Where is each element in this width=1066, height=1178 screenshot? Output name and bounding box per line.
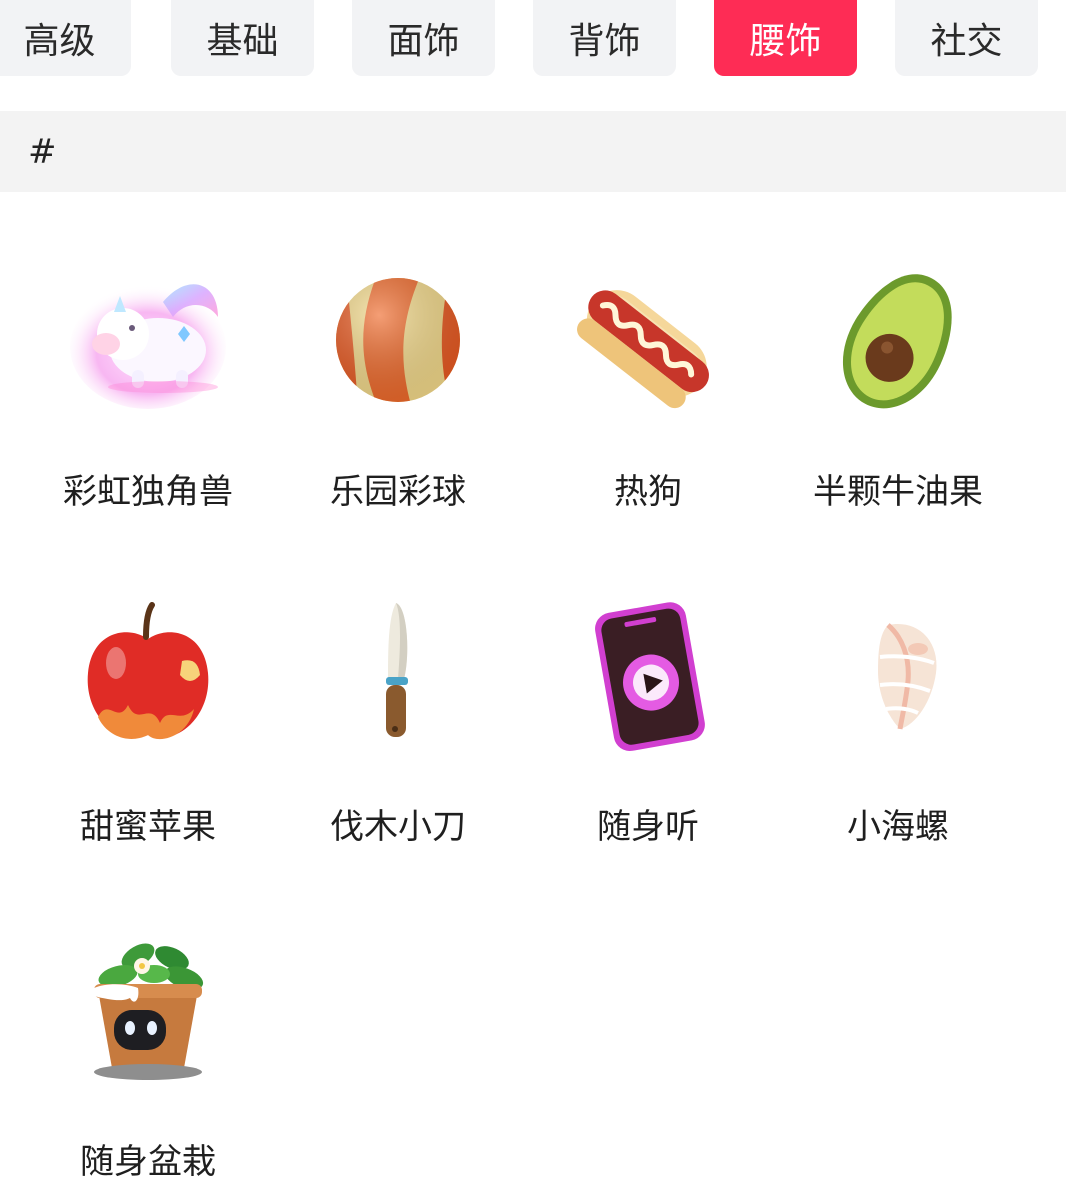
tab-advanced[interactable]: 高级 (0, 0, 131, 76)
section-header: # (0, 111, 1066, 192)
item-park-ball[interactable]: 乐园彩球 (273, 262, 523, 562)
category-tab-bar: 高级 基础 面饰 背饰 腰饰 社交 (0, 0, 1066, 78)
tab-back[interactable]: 背饰 (533, 0, 676, 76)
seashell-icon (878, 623, 937, 730)
item-walkman[interactable]: 随身听 (523, 597, 773, 897)
item-half-avocado[interactable]: 半颗牛油果 (773, 262, 1023, 562)
hotdog-icon (577, 290, 709, 409)
unicorn-icon (70, 284, 226, 409)
item-label: 乐园彩球 (330, 472, 466, 512)
apple-icon (87, 602, 209, 740)
item-label: 随身听 (597, 807, 699, 847)
knife-icon (386, 603, 408, 737)
item-lumber-knife[interactable]: 伐木小刀 (273, 597, 523, 897)
item-hotdog[interactable]: 热狗 (523, 262, 773, 562)
item-sweet-apple[interactable]: 甜蜜苹果 (23, 597, 273, 897)
tab-basic[interactable]: 基础 (171, 0, 314, 76)
tab-social[interactable]: 社交 (895, 0, 1038, 76)
tab-face[interactable]: 面饰 (352, 0, 495, 76)
avocado-icon (843, 274, 952, 409)
item-portable-bonsai[interactable]: 随身盆栽 (23, 932, 273, 1178)
item-label: 甜蜜苹果 (80, 807, 216, 847)
item-label: 随身盆栽 (80, 1142, 216, 1178)
section-title: # (28, 131, 57, 172)
item-label: 小海螺 (847, 807, 949, 847)
beach-ball-icon (336, 278, 460, 402)
item-label: 热狗 (614, 472, 682, 512)
item-small-conch[interactable]: 小海螺 (773, 597, 1023, 897)
music-player-icon (595, 602, 705, 752)
item-label: 伐木小刀 (330, 807, 466, 847)
potted-plant-icon (94, 943, 204, 1080)
item-label: 彩虹独角兽 (63, 472, 233, 512)
tab-waist[interactable]: 腰饰 (714, 0, 857, 76)
item-rainbow-unicorn[interactable]: 彩虹独角兽 (23, 262, 273, 562)
item-label: 半颗牛油果 (813, 472, 983, 512)
